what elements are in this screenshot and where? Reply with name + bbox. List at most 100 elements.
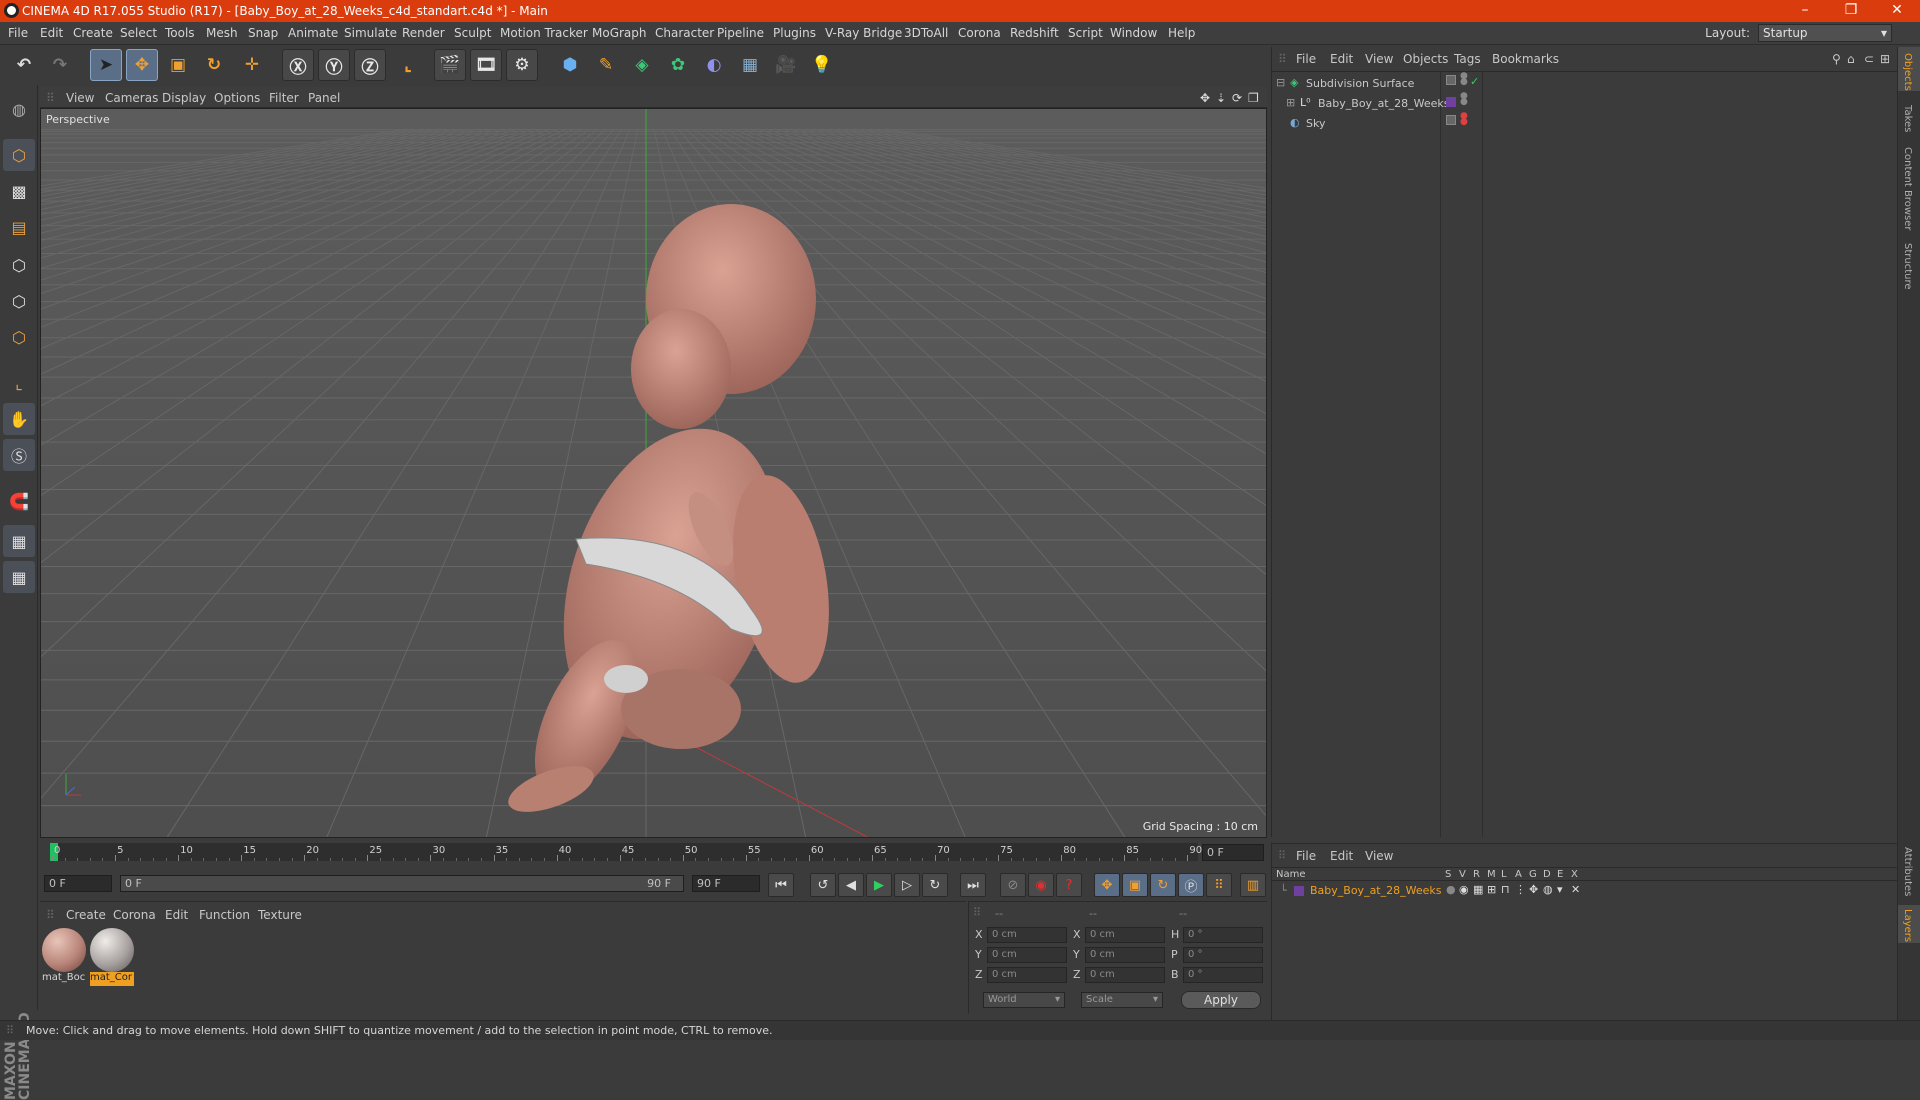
layer-row[interactable]: └ Baby_Boy_at_28_Weeks ● ◉ ▦ ⊞ ⊓ ⋮ ✥ ◍ ▾… <box>1272 883 1898 899</box>
x-axis-lock-icon[interactable]: Ⓧ <box>282 49 314 81</box>
layer-solo-icon[interactable]: ● <box>1446 883 1456 896</box>
apply-button[interactable]: Apply <box>1181 991 1261 1009</box>
visibility-dots-icon[interactable]: ● ● <box>1460 92 1468 107</box>
size-z-field[interactable]: 0 cm <box>1085 967 1165 983</box>
new-window-icon[interactable]: ⊞ <box>1880 52 1890 66</box>
objects-menu-view[interactable]: View <box>1365 52 1393 66</box>
layer-view-icon[interactable]: ◉ <box>1459 883 1469 896</box>
goto-end-icon[interactable]: ⏭ <box>960 873 986 897</box>
restore-button[interactable]: ❐ <box>1828 0 1874 22</box>
cloner-icon[interactable]: ✿ <box>662 49 694 81</box>
layer-render-icon[interactable]: ▦ <box>1473 883 1483 896</box>
layers-menu-edit[interactable]: Edit <box>1330 849 1353 863</box>
key-disabled-icon[interactable]: ⊘ <box>1000 873 1026 897</box>
layer-manager-icon[interactable]: ⊞ <box>1487 883 1496 896</box>
subdivision-surface-icon[interactable]: ◈ <box>626 49 658 81</box>
maximize-view-icon[interactable]: ❐ <box>1248 91 1259 105</box>
move-tool-icon[interactable]: ✥ <box>126 49 158 81</box>
scale-tool-icon[interactable]: ▣ <box>162 49 194 81</box>
menu-help[interactable]: Help <box>1168 26 1195 40</box>
next-key-icon[interactable]: ↻ <box>922 873 948 897</box>
material-menu-corona[interactable]: Corona <box>113 908 156 922</box>
3d-viewport[interactable]: Perspective Grid Spacing : 10 cm <box>40 108 1267 838</box>
layer-color-swatch[interactable] <box>1294 886 1304 896</box>
menu-file[interactable]: File <box>8 26 28 40</box>
tab-takes[interactable]: Takes <box>1902 105 1913 132</box>
world-dropdown[interactable]: World ▾ <box>983 992 1065 1008</box>
menu-mograph[interactable]: MoGraph <box>592 26 647 40</box>
object-name[interactable]: Baby_Boy_at_28_Weeks <box>1318 97 1449 110</box>
tab-content-browser[interactable]: Content Browser <box>1902 147 1913 230</box>
layer-animation-icon[interactable]: ⋮ <box>1515 883 1526 896</box>
rotation-p-field[interactable]: 0 ° <box>1183 947 1263 963</box>
key-pla-icon[interactable]: ⠿ <box>1206 873 1232 897</box>
link-icon[interactable]: ⊂ <box>1864 52 1874 66</box>
current-frame-field[interactable]: 0 F <box>1202 844 1264 861</box>
cube-object-icon[interactable]: ⬢ <box>554 49 586 81</box>
rotation-h-field[interactable]: 0 ° <box>1183 927 1263 943</box>
objects-menu-edit[interactable]: Edit <box>1330 52 1353 66</box>
key-position-icon[interactable]: ✥ <box>1094 873 1120 897</box>
light-icon[interactable]: 💡 <box>806 49 838 81</box>
model-mode-icon[interactable]: ⬡ <box>3 139 35 171</box>
points-mode-icon[interactable]: ⬡ <box>3 249 35 281</box>
record-key-icon[interactable]: ◉ <box>1028 873 1054 897</box>
objects-menu-tags[interactable]: Tags <box>1454 52 1481 66</box>
timeline-ruler[interactable]: 0 5 10 15 20 25 30 35 40 45 50 55 60 65 70 75 80 85 90 0 F <box>40 840 1267 864</box>
scale-dropdown[interactable]: Scale ▾ <box>1081 992 1163 1008</box>
layers-menu-view[interactable]: View <box>1365 849 1393 863</box>
z-axis-lock-icon[interactable]: Ⓩ <box>354 49 386 81</box>
axis-mode-icon[interactable]: ⌞ <box>3 367 35 399</box>
menu-select[interactable]: Select <box>120 26 157 40</box>
menu-character[interactable]: Character <box>655 26 714 40</box>
solo-mode-icon[interactable]: Ⓢ <box>3 439 35 471</box>
polygons-mode-icon[interactable]: ⬡ <box>3 321 35 353</box>
objects-menu-file[interactable]: File <box>1296 52 1316 66</box>
menu-3dtoall[interactable]: 3DToAll <box>904 26 948 40</box>
viewport-menu-panel[interactable]: Panel <box>308 91 340 105</box>
menu-render[interactable]: Render <box>402 26 445 40</box>
frame-range-slider[interactable]: 0 F 90 F <box>120 875 684 892</box>
menu-script[interactable]: Script <box>1068 26 1103 40</box>
collapse-icon[interactable]: ⊟ <box>1276 76 1285 89</box>
pan-view-icon[interactable]: ✥ <box>1200 91 1210 105</box>
coordinate-system-icon[interactable]: ⌞ <box>392 49 424 81</box>
position-y-field[interactable]: 0 cm <box>987 947 1067 963</box>
menu-redshift[interactable]: Redshift <box>1010 26 1059 40</box>
object-row[interactable]: ⊞ L⁰ Baby_Boy_at_28_Weeks ● ● <box>1272 92 1898 113</box>
layer-lock-icon[interactable]: ⊓ <box>1501 883 1510 896</box>
menu-pipeline[interactable]: Pipeline <box>717 26 764 40</box>
deformer-icon[interactable]: ◐ <box>698 49 730 81</box>
menu-snap[interactable]: Snap <box>248 26 278 40</box>
object-name[interactable]: Subdivision Surface <box>1306 77 1414 90</box>
material-swatch[interactable]: mat_Cor <box>90 928 136 988</box>
close-button[interactable]: ✕ <box>1874 0 1920 22</box>
viewport-menu-display[interactable]: Display <box>162 91 206 105</box>
layer-tag-icon[interactable] <box>1446 75 1456 85</box>
snap-magnet-icon[interactable]: 🧲 <box>3 485 35 517</box>
menu-vray-bridge[interactable]: V-Ray Bridge <box>825 26 902 40</box>
rotate-view-icon[interactable]: ⟳ <box>1232 91 1242 105</box>
enabled-check-icon[interactable]: ✓ <box>1470 75 1479 88</box>
viewport-menu-cameras[interactable]: Cameras <box>105 91 158 105</box>
render-view-icon[interactable]: 🎬 <box>434 49 466 81</box>
object-name[interactable]: Sky <box>1306 117 1325 130</box>
objects-menu-bookmarks[interactable]: Bookmarks <box>1492 52 1559 66</box>
start-frame-field[interactable]: 0 F <box>44 875 112 892</box>
viewport-menu-filter[interactable]: Filter <box>269 91 299 105</box>
timeline-track[interactable]: 0 5 10 15 20 25 30 35 40 45 50 55 60 65 70 75 80 85 90 <box>50 843 1202 861</box>
menu-window[interactable]: Window <box>1110 26 1157 40</box>
layers-menu-file[interactable]: File <box>1296 849 1316 863</box>
layer-generator-icon[interactable]: ✥ <box>1529 883 1538 896</box>
lock-workplane-icon[interactable]: ▦ <box>3 525 35 557</box>
floor-scene-icon[interactable]: ▦ <box>734 49 766 81</box>
objects-menu-objects[interactable]: Objects <box>1403 52 1448 66</box>
prev-frame-icon[interactable]: ◀ <box>838 873 864 897</box>
position-x-field[interactable]: 0 cm <box>987 927 1067 943</box>
size-x-field[interactable]: 0 cm <box>1085 927 1165 943</box>
layer-xref-icon[interactable]: ✕ <box>1571 883 1580 896</box>
make-editable-icon[interactable]: ◍ <box>3 93 35 125</box>
layout-dropdown[interactable]: Startup ▾ <box>1758 24 1892 42</box>
menu-corona[interactable]: Corona <box>958 26 1001 40</box>
tweak-mode-icon[interactable]: ✋ <box>3 403 35 435</box>
